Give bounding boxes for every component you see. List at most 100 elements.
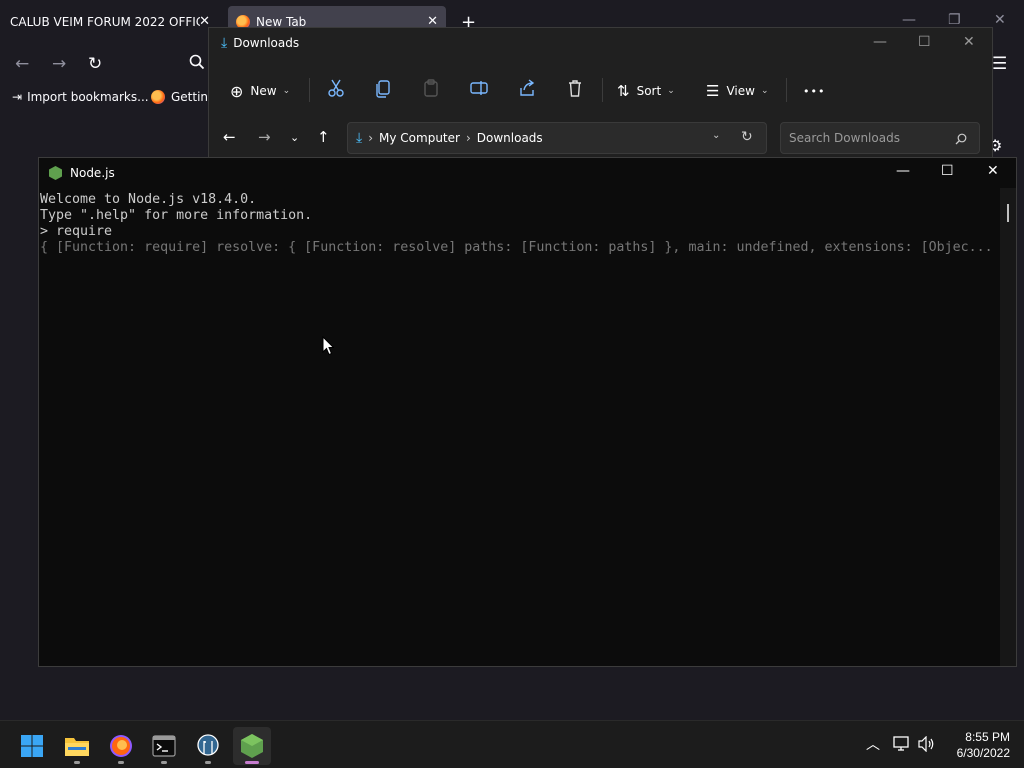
tab-title: CALUB VEIM FORUM 2022 OFFICIAL <box>10 15 200 29</box>
console-output[interactable]: Welcome to Node.js v18.4.0. Type ".help" … <box>39 188 1001 666</box>
console-input-line: > require <box>40 224 113 239</box>
taskbar: ︿ 8:55 PM 6/30/2022 <box>0 720 1024 768</box>
view-icon: ☰ <box>706 82 720 100</box>
chevron-down-icon: ⌄ <box>667 86 675 96</box>
address-bar[interactable]: ⤓ › My Computer › Downloads ⌄ ↻ <box>347 122 767 154</box>
divider <box>309 78 310 102</box>
sort-button[interactable]: ⇅ Sort ⌄ <box>617 76 675 106</box>
copy-icon[interactable] <box>373 78 393 98</box>
download-icon: ⤓ <box>356 130 363 146</box>
breadcrumb-downloads[interactable]: Downloads <box>477 131 543 145</box>
nodejs-icon <box>241 734 263 758</box>
recent-locations-chevron-icon[interactable]: ⌄ <box>290 131 299 144</box>
rename-icon[interactable] <box>469 78 489 98</box>
sort-icon: ⇅ <box>617 82 630 100</box>
nodejs-console-window: Node.js — ☐ ✕ Welcome to Node.js v18.4.0… <box>38 157 1017 667</box>
start-button[interactable] <box>13 727 51 765</box>
reload-icon[interactable]: ↻ <box>88 54 102 74</box>
explorer-command-bar: ⊕ New ⌄ ⇅ Sort ⌄ ☰ View ⌄ ••• <box>209 70 992 110</box>
clock-date: 6/30/2022 <box>956 746 1010 760</box>
see-more-button[interactable]: ••• <box>803 76 825 106</box>
new-label: New <box>250 84 277 98</box>
back-icon[interactable]: ← <box>15 54 29 74</box>
firefox-minimize-icon[interactable]: — <box>902 12 916 28</box>
running-indicator <box>118 761 124 764</box>
clock-time: 8:55 PM <box>965 730 1010 744</box>
refresh-icon[interactable]: ↻ <box>741 129 753 145</box>
mouse-pointer-icon <box>322 336 334 356</box>
search-icon[interactable] <box>189 54 205 75</box>
firefox-tab-forum[interactable]: CALUB VEIM FORUM 2022 OFFICIAL ✕ <box>0 6 218 38</box>
node-close-icon[interactable]: ✕ <box>987 163 999 179</box>
explorer-minimize-icon[interactable]: — <box>873 34 887 50</box>
forward-arrow-icon[interactable]: → <box>258 128 271 146</box>
app-menu-icon[interactable]: ☰ <box>992 54 1007 74</box>
sort-label: Sort <box>636 84 662 98</box>
paste-icon[interactable] <box>421 78 441 98</box>
terminal-icon <box>152 735 176 757</box>
taskbar-file-explorer[interactable] <box>58 727 96 765</box>
firefox-icon <box>110 735 132 757</box>
chevron-down-icon: ⌄ <box>760 86 769 96</box>
taskbar-nodejs[interactable] <box>233 727 271 765</box>
firefox-close-icon[interactable]: ✕ <box>994 12 1006 28</box>
download-icon: ⤓ <box>221 35 228 51</box>
windows-logo-icon <box>21 735 43 757</box>
import-icon: ⇥ <box>12 90 23 104</box>
show-hidden-icons-chevron-icon[interactable]: ︿ <box>866 734 880 754</box>
console-scrollbar[interactable] <box>1000 188 1016 666</box>
breadcrumb-separator-icon: › <box>368 131 374 145</box>
view-label: View <box>726 84 755 98</box>
up-arrow-icon[interactable]: ↑ <box>317 128 330 146</box>
divider <box>602 78 603 102</box>
breadcrumb-my-computer[interactable]: My Computer <box>379 131 460 145</box>
volume-icon[interactable] <box>918 736 936 752</box>
new-button[interactable]: ⊕ New ⌄ <box>230 76 290 106</box>
postgresql-elephant-icon <box>197 734 219 756</box>
node-window-title: Node.js <box>70 166 115 180</box>
chevron-down-icon: ⌄ <box>282 86 291 96</box>
search-icon <box>955 133 967 145</box>
search-placeholder: Search Downloads <box>789 131 900 145</box>
explorer-address-row: ← → ⌄ ↑ ⤓ › My Computer › Downloads ⌄ ↻ … <box>209 122 992 162</box>
plus-circle-icon: ⊕ <box>230 81 244 101</box>
running-indicator <box>74 761 80 764</box>
console-preview-line: { [Function: require] resolve: { [Functi… <box>40 240 993 255</box>
cut-icon[interactable] <box>326 78 346 98</box>
network-icon[interactable] <box>893 736 911 752</box>
delete-icon[interactable] <box>565 78 585 98</box>
node-title-bar: Node.js — ☐ ✕ <box>39 158 1016 188</box>
breadcrumb-separator-icon: › <box>465 131 471 145</box>
forward-icon[interactable]: → <box>52 54 66 74</box>
scrollbar-thumb[interactable] <box>1007 204 1009 222</box>
running-indicator <box>205 761 211 764</box>
file-explorer-window: ⤓ Downloads — ☐ ✕ ⊕ New ⌄ ⇅ Sort ⌄ ☰ Vie… <box>208 27 993 162</box>
explorer-maximize-icon[interactable]: ☐ <box>918 34 931 50</box>
folder-icon <box>65 738 89 756</box>
explorer-title-bar: ⤓ Downloads — ☐ ✕ <box>209 28 992 58</box>
explorer-close-icon[interactable]: ✕ <box>963 34 975 50</box>
console-line: Welcome to Node.js v18.4.0. <box>40 192 257 207</box>
console-line: Type ".help" for more information. <box>40 208 313 223</box>
firefox-favicon-icon <box>151 90 165 104</box>
taskbar-terminal[interactable] <box>145 727 183 765</box>
node-maximize-icon[interactable]: ☐ <box>941 163 954 179</box>
explorer-title: Downloads <box>233 36 300 50</box>
taskbar-firefox[interactable] <box>102 727 140 765</box>
node-minimize-icon[interactable]: — <box>896 163 910 179</box>
bookmark-getting-started[interactable]: Getting <box>151 90 216 104</box>
running-indicator <box>161 761 167 764</box>
nodejs-icon <box>49 166 62 180</box>
divider <box>786 78 787 102</box>
search-downloads-input[interactable]: Search Downloads <box>780 122 980 154</box>
bookmark-label: Import bookmarks... <box>27 90 149 104</box>
taskbar-postgresql[interactable] <box>189 727 227 765</box>
view-button[interactable]: ☰ View ⌄ <box>706 76 768 106</box>
share-icon[interactable] <box>517 78 537 98</box>
system-clock[interactable]: 8:55 PM 6/30/2022 <box>957 729 1010 761</box>
firefox-restore-icon[interactable]: ❐ <box>948 12 961 28</box>
active-indicator <box>245 761 259 764</box>
address-history-chevron-icon[interactable]: ⌄ <box>712 130 720 141</box>
bookmark-import[interactable]: ⇥ Import bookmarks... <box>12 90 149 104</box>
back-arrow-icon[interactable]: ← <box>223 128 236 146</box>
